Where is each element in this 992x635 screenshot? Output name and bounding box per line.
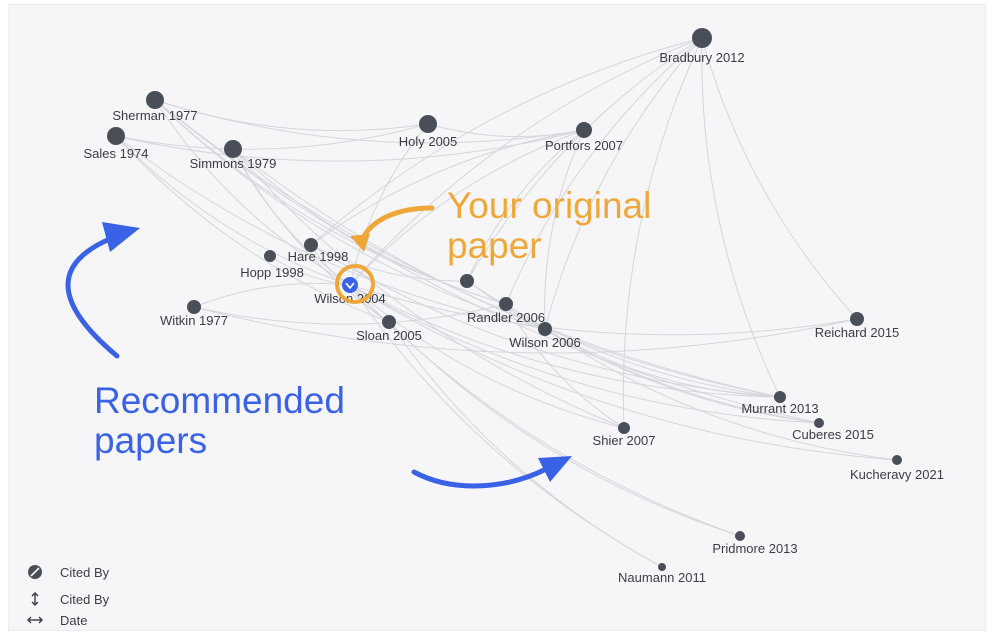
date-axis-icon — [24, 615, 46, 625]
paper-node-naumann2011[interactable]: Naumann 2011 — [618, 563, 706, 585]
paper-node-simmons1979[interactable]: Simmons 1979 — [190, 140, 277, 171]
recommended-papers-annotation-line1: Recommended — [94, 380, 345, 421]
paper-node-pridmore2013[interactable]: Pridmore 2013 — [712, 531, 798, 556]
paper-node-dot[interactable] — [850, 312, 864, 326]
paper-node-label[interactable]: Holy 2005 — [399, 134, 458, 149]
legend-row-cited-by-size: Cited By — [24, 564, 109, 580]
paper-node-randler2006[interactable]: Randler 2006 — [467, 297, 545, 325]
paper-node-holy2005[interactable]: Holy 2005 — [399, 115, 458, 149]
paper-node-dot[interactable] — [892, 455, 902, 465]
paper-node-label[interactable]: Hopp 1998 — [240, 265, 304, 280]
paper-node-dot[interactable] — [419, 115, 437, 133]
paper-node-dot[interactable] — [692, 28, 712, 48]
paper-node-label[interactable]: Wilson 2004 — [314, 291, 386, 306]
paper-node-label[interactable]: Witkin 1977 — [160, 313, 228, 328]
paper-node-label[interactable]: Bradbury 2012 — [659, 50, 744, 65]
paper-node-kucheravy2021[interactable]: Kucheravy 2021 — [850, 455, 944, 482]
original-paper-annotation-line2: paper — [447, 225, 542, 266]
paper-node-label[interactable]: Wilson 2006 — [509, 335, 581, 350]
cited-by-size-icon — [24, 564, 46, 580]
paper-node-reichard2015[interactable]: Reichard 2015 — [815, 312, 900, 340]
citation-edge — [388, 321, 741, 537]
paper-node-dot[interactable] — [735, 531, 745, 541]
paper-node-label[interactable]: Hare 1998 — [288, 249, 349, 264]
paper-node-dot[interactable] — [264, 250, 276, 262]
original-paper-annotation-line1: Your original — [447, 185, 652, 226]
paper-node-label[interactable]: Murrant 2013 — [741, 401, 818, 416]
legend-label-cited-by-axis: Cited By — [60, 591, 110, 607]
paper-node-label[interactable]: Kucheravy 2021 — [850, 467, 944, 482]
graph-nodes: Bradbury 2012 Sherman 1977 Sales 1974 Simmo… — [83, 28, 944, 585]
paper-node-unlabeled1[interactable] — [460, 274, 474, 288]
cited-by-axis-icon — [24, 592, 46, 606]
paper-node-portfors2007[interactable]: Portfors 2007 — [545, 122, 623, 153]
paper-node-label[interactable]: Randler 2006 — [467, 310, 545, 325]
legend-label-date-axis: Date — [60, 612, 88, 628]
paper-node-label[interactable]: Naumann 2011 — [618, 570, 706, 585]
legend-label-cited-by-size: Cited By — [60, 564, 110, 580]
original-paper-annotation: Your original paper — [447, 186, 651, 266]
paper-node-label[interactable]: Simmons 1979 — [190, 156, 277, 171]
paper-node-label[interactable]: Shier 2007 — [593, 433, 656, 448]
paper-node-dot[interactable] — [187, 300, 201, 314]
legend-row-cited-by-axis: Cited By — [24, 591, 109, 607]
paper-node-sales1974[interactable]: Sales 1974 — [83, 127, 149, 161]
citation-edge — [701, 37, 858, 320]
paper-node-dot[interactable] — [460, 274, 474, 288]
recommended-arrow-lower-icon — [411, 456, 572, 489]
paper-node-label[interactable]: Sherman 1977 — [112, 108, 197, 123]
paper-node-dot[interactable] — [146, 91, 164, 109]
paper-node-label[interactable]: Cuberes 2015 — [792, 427, 874, 442]
paper-node-dot[interactable] — [107, 127, 125, 145]
paper-node-label[interactable]: Portfors 2007 — [545, 138, 623, 153]
paper-node-label[interactable]: Reichard 2015 — [815, 325, 900, 340]
paper-node-sloan2005[interactable]: Sloan 2005 — [356, 315, 422, 343]
paper-node-dot[interactable] — [499, 297, 513, 311]
paper-node-witkin1977[interactable]: Witkin 1977 — [160, 300, 228, 328]
recommended-papers-annotation: Recommended papers — [94, 381, 345, 461]
legend-row-date-axis: Date — [24, 612, 87, 628]
citation-edge — [310, 244, 781, 398]
paper-node-label[interactable]: Sales 1974 — [83, 146, 148, 161]
paper-node-dot[interactable] — [382, 315, 396, 329]
paper-node-sherman1977[interactable]: Sherman 1977 — [112, 91, 198, 123]
recommended-arrow-upper-icon — [65, 222, 140, 359]
recommended-papers-annotation-line2: papers — [94, 420, 208, 461]
paper-node-label[interactable]: Pridmore 2013 — [712, 541, 797, 556]
paper-node-shier2007[interactable]: Shier 2007 — [593, 422, 656, 448]
paper-node-label[interactable]: Sloan 2005 — [356, 328, 422, 343]
paper-node-dot[interactable] — [576, 122, 592, 138]
citation-edge — [193, 303, 507, 325]
paper-node-cuberes2015[interactable]: Cuberes 2015 — [792, 418, 874, 442]
citation-graph[interactable]: Bradbury 2012 Sherman 1977 Sales 1974 Simmo… — [0, 0, 992, 635]
citation-edge — [544, 37, 703, 330]
paper-node-hare1998[interactable]: Hare 1998 — [288, 238, 349, 264]
paper-node-dot[interactable] — [538, 322, 552, 336]
